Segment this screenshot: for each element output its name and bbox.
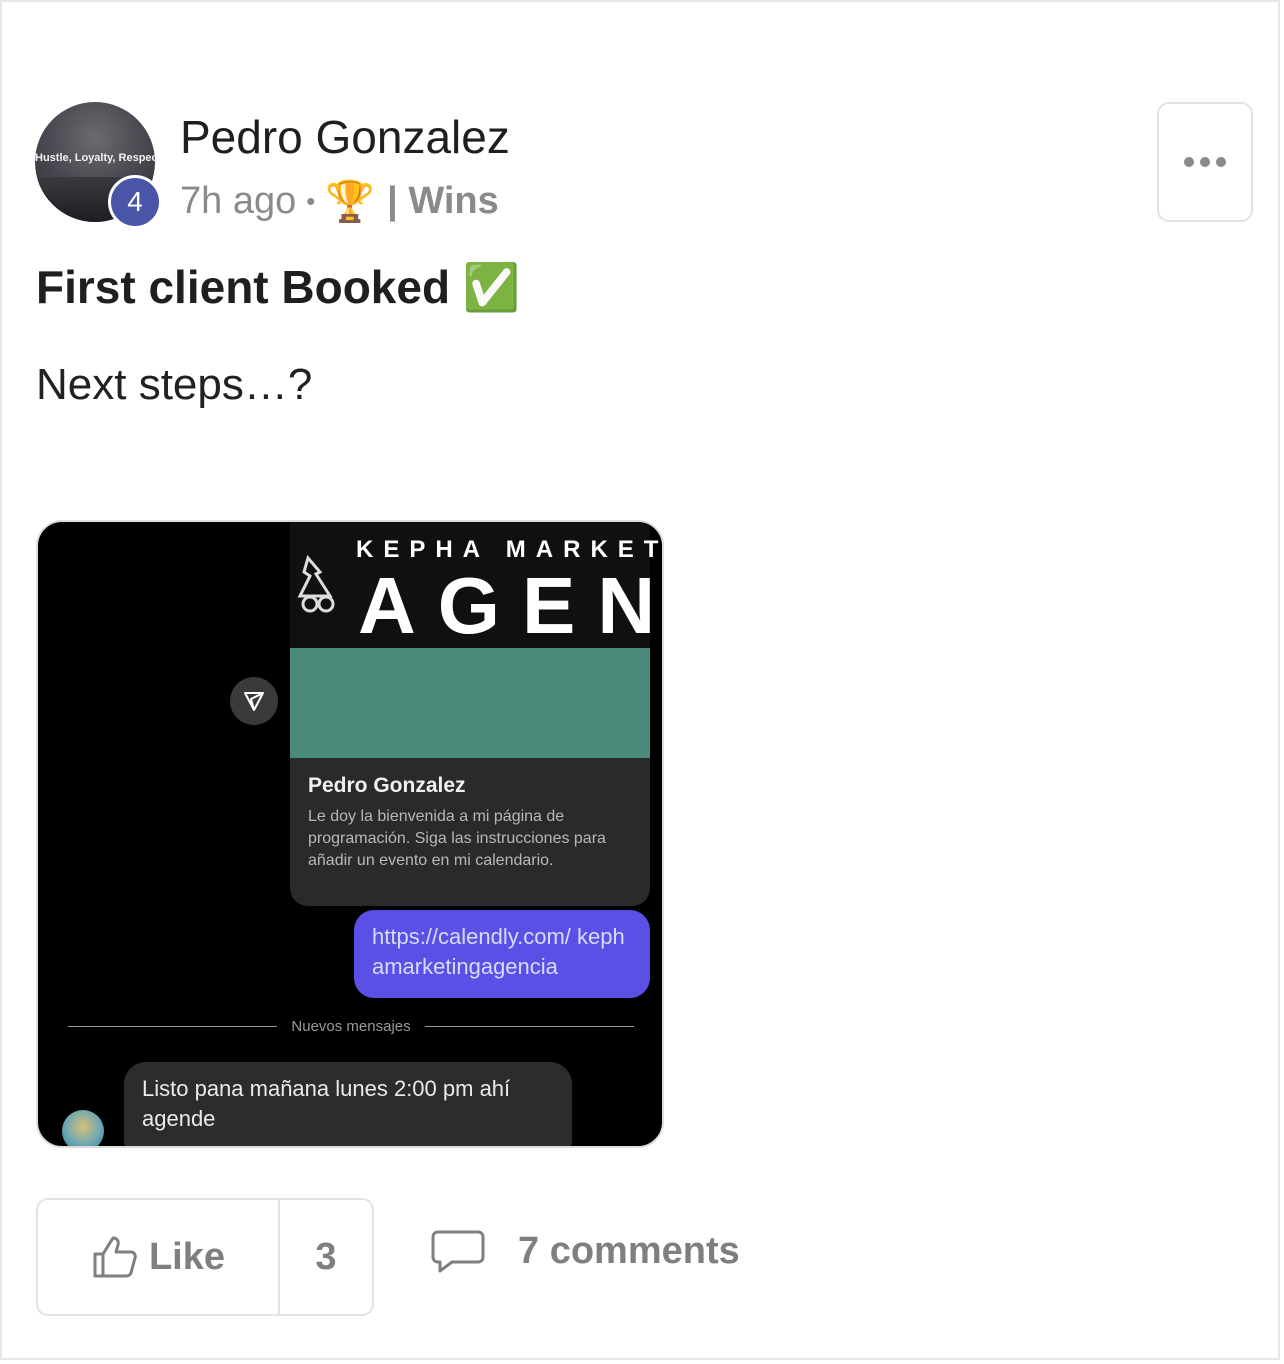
like-label: Like <box>148 1235 226 1278</box>
post-card: Hustle, Loyalty, Respect 4 Pedro Gonzale… <box>0 0 1280 1360</box>
link-message-bubble: https://calendly.com/ kephamarketingagen… <box>354 910 650 998</box>
post-time: 7h ago <box>180 180 297 222</box>
comments-button[interactable]: 7 comments <box>430 1228 740 1274</box>
like-count[interactable]: 3 <box>280 1200 372 1314</box>
more-options-button[interactable] <box>1157 102 1253 222</box>
reply-avatar <box>62 1110 104 1146</box>
agency-banner: KEPHA MARKETING AGENCY <box>290 522 662 650</box>
post-meta: 7h ago • 🏆 | Wins <box>180 178 499 225</box>
meta-separator: • <box>306 186 316 216</box>
like-group: Like 3 <box>36 1198 374 1316</box>
post-body: Next steps…? <box>36 360 313 409</box>
agency-banner-big: AGENCY <box>358 561 662 650</box>
preview-name: Pedro Gonzalez <box>308 774 466 797</box>
author-name[interactable]: Pedro Gonzalez <box>180 110 510 164</box>
thumbs-up-icon <box>93 1236 137 1278</box>
link-preview-card: Pedro Gonzalez Le doy la bienvenida a mi… <box>290 758 650 906</box>
comments-label: 7 comments <box>518 1229 740 1272</box>
agency-logo-icon <box>297 554 335 613</box>
preview-description: Le doy la bienvenida a mi página de prog… <box>308 808 606 869</box>
divider-label: Nuevos mensajes <box>291 1017 411 1035</box>
like-button[interactable]: Like <box>38 1200 280 1314</box>
post-title: First client Booked ✅ <box>36 261 521 313</box>
post-category[interactable]: | Wins <box>387 180 499 223</box>
reply-message-bubble: Listo pana mañana lunes 2:00 pm ahí agen… <box>124 1062 572 1146</box>
trophy-icon: 🏆 <box>325 180 376 224</box>
send-icon <box>244 692 264 711</box>
post-image[interactable]: KEPHA MARKETING AGENCY Pedro Gonzalez Le… <box>36 520 664 1148</box>
author-avatar-wrap[interactable]: Hustle, Loyalty, Respect 4 <box>35 102 162 229</box>
preview-image <box>290 648 650 758</box>
speech-bubble-icon <box>431 1230 485 1273</box>
divider-line <box>424 1025 635 1027</box>
divider-line <box>68 1025 278 1027</box>
new-messages-divider: Nuevos mensajes <box>68 1014 635 1038</box>
avatar-text: Hustle, Loyalty, Respect <box>35 152 155 164</box>
level-badge: 4 <box>108 175 162 229</box>
more-horizontal-icon <box>1184 157 1226 167</box>
share-button <box>230 677 278 725</box>
